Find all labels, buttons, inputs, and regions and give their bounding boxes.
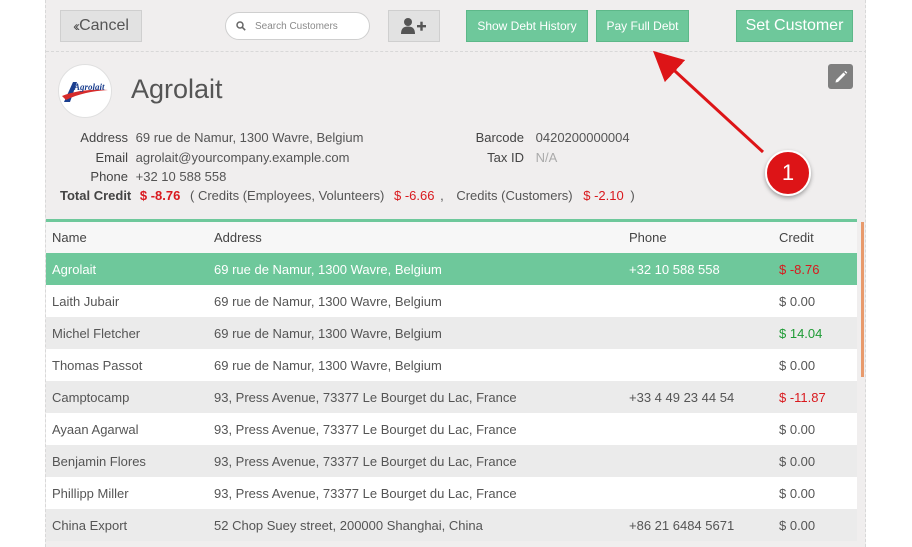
cell-name: China Export <box>52 517 128 533</box>
table-row[interactable]: Agrolait 69 rue de Namur, 1300 Wavre, Be… <box>46 253 857 285</box>
cell-credit: $ -8.76 <box>779 261 820 277</box>
taxid-label: Tax ID <box>487 150 524 165</box>
cell-phone: +33 4 49 23 44 54 <box>629 389 735 405</box>
cell-address: 69 rue de Namur, 1300 Wavre, Belgium <box>214 261 442 277</box>
cell-name: Ayaan Agarwal <box>52 421 139 437</box>
customer-name: Agrolait <box>131 74 223 104</box>
cell-address: 69 rue de Namur, 1300 Wavre, Belgium <box>214 293 442 309</box>
cell-credit: $ -11.87 <box>779 389 826 405</box>
total-credit-label: Total Credit <box>60 188 132 203</box>
cancel-button[interactable]: ‹‹ Cancel <box>60 10 142 42</box>
cell-address: 93, Press Avenue, 73377 Le Bourget du La… <box>214 453 517 469</box>
barcode-row: Barcode 0420200000004 <box>466 130 630 145</box>
cell-credit: $ 0.00 <box>779 421 816 437</box>
address-label: Address <box>80 130 128 145</box>
credits-employees-value: $ -6.66 <box>393 188 435 203</box>
credits-employees-label: ( Credits (Employees, Volunteers) <box>190 188 385 203</box>
cell-address: 52 Chop Suey street, 200000 Shanghai, Ch… <box>214 517 483 533</box>
taxid-row: Tax ID N/A <box>466 150 557 165</box>
phone-value: +32 10 588 558 <box>135 169 227 184</box>
phone-row: Phone +32 10 588 558 <box>60 169 226 184</box>
add-customer-button[interactable] <box>388 10 440 42</box>
cell-name: Agrolait <box>52 261 97 277</box>
search-input[interactable] <box>255 20 365 32</box>
cell-name: Phillipp Miller <box>52 485 129 501</box>
header-address: Address <box>214 230 262 245</box>
credits-customers-label: Credits (Customers) <box>456 188 573 203</box>
cell-credit: $ 0.00 <box>779 517 816 533</box>
cell-name: Laith Jubair <box>52 293 120 309</box>
pos-customer-screen: ‹‹ Cancel Show Debt History Pay Full Deb… <box>45 0 866 547</box>
toolbar: ‹‹ Cancel Show Debt History Pay Full Deb… <box>46 0 865 52</box>
cancel-label: Cancel <box>79 17 129 34</box>
barcode-value: 0420200000004 <box>535 130 630 145</box>
table-row[interactable]: Michel Fletcher 69 rue de Namur, 1300 Wa… <box>46 317 857 349</box>
email-value: agrolait@yourcompany.example.com <box>135 150 350 165</box>
email-label: Email <box>95 150 128 165</box>
customer-logo: Agrolait <box>58 64 112 118</box>
header-phone: Phone <box>629 230 667 245</box>
table-row[interactable]: Phillipp Miller 93, Press Avenue, 73377 … <box>46 477 857 509</box>
table-row[interactable]: China Export 52 Chop Suey street, 200000… <box>46 509 857 541</box>
cell-phone: +86 21 6484 5671 <box>629 517 735 533</box>
set-customer-button[interactable]: Set Customer <box>736 10 853 42</box>
add-user-icon <box>401 18 426 34</box>
cell-credit: $ 0.00 <box>779 453 816 469</box>
cell-address: 69 rue de Namur, 1300 Wavre, Belgium <box>214 325 442 341</box>
email-row: Email agrolait@yourcompany.example.com <box>60 150 349 165</box>
total-credit-row: Total Credit $ -8.76 ( Credits (Employee… <box>60 188 635 203</box>
pay-full-debt-button[interactable]: Pay Full Debt <box>596 10 689 42</box>
table-row[interactable]: Laith Jubair 69 rue de Namur, 1300 Wavre… <box>46 285 857 317</box>
cell-name: Thomas Passot <box>52 357 143 373</box>
phone-label: Phone <box>90 169 128 184</box>
table-header: Name Address Phone Credit <box>46 222 857 253</box>
table-row[interactable]: Thomas Passot 69 rue de Namur, 1300 Wavr… <box>46 349 857 381</box>
show-debt-history-button[interactable]: Show Debt History <box>466 10 588 42</box>
table-row[interactable]: Benjamin Flores 93, Press Avenue, 73377 … <box>46 445 857 477</box>
cell-address: 69 rue de Namur, 1300 Wavre, Belgium <box>214 357 442 373</box>
cell-name: Benjamin Flores <box>52 453 146 469</box>
header-credit: Credit <box>779 230 814 245</box>
cell-credit: $ 14.04 <box>779 325 823 341</box>
address-row: Address 69 rue de Namur, 1300 Wavre, Bel… <box>60 130 363 145</box>
address-value: 69 rue de Namur, 1300 Wavre, Belgium <box>135 130 364 145</box>
cell-phone: +32 10 588 558 <box>629 261 720 277</box>
cell-address: 93, Press Avenue, 73377 Le Bourget du La… <box>214 389 517 405</box>
table-scrollbar-thumb[interactable] <box>861 222 864 377</box>
credits-close: ) <box>630 188 635 203</box>
cell-credit: $ 0.00 <box>779 293 816 309</box>
table-row[interactable]: Camptocamp 93, Press Avenue, 73377 Le Bo… <box>46 381 857 413</box>
cell-name: Michel Fletcher <box>52 325 141 341</box>
credits-customers-value: $ -2.10 <box>583 188 624 203</box>
header-name: Name <box>52 230 87 245</box>
credits-separator: , <box>440 188 444 203</box>
cell-address: 93, Press Avenue, 73377 Le Bourget du La… <box>214 485 517 501</box>
double-chevron-left-icon: ‹‹ <box>73 17 80 35</box>
customer-table: Name Address Phone Credit Agrolait 69 ru… <box>46 219 857 547</box>
taxid-value: N/A <box>535 150 558 165</box>
annotation-badge: 1 <box>765 150 811 196</box>
cell-credit: $ 0.00 <box>779 485 816 501</box>
search-icon <box>236 21 246 31</box>
edit-customer-button[interactable] <box>828 64 853 89</box>
cell-name: Camptocamp <box>52 389 130 405</box>
barcode-label: Barcode <box>475 130 524 145</box>
svg-text:Agrolait: Agrolait <box>73 82 105 92</box>
total-credit-value: $ -8.76 <box>139 188 181 203</box>
cell-address: 93, Press Avenue, 73377 Le Bourget du La… <box>214 421 517 437</box>
cell-credit: $ 0.00 <box>779 357 816 373</box>
search-box[interactable] <box>225 12 370 40</box>
table-row[interactable]: Ayaan Agarwal 93, Press Avenue, 73377 Le… <box>46 413 857 445</box>
pencil-icon <box>835 70 847 82</box>
